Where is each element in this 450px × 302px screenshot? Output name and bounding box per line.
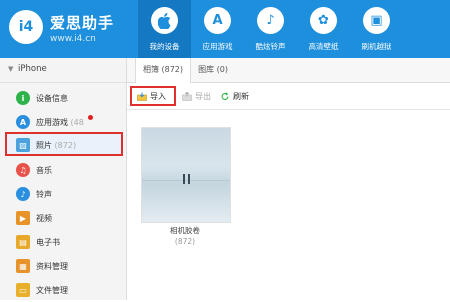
nav-apps-games[interactable]: A 应用游戏 [191, 0, 244, 58]
sidebar-item-label: 应用游戏 (48 [36, 117, 84, 128]
box-icon: ▣ [363, 7, 390, 34]
toolbar: 导入 导出 刷新 [127, 83, 450, 110]
sidebar-item-file-management[interactable]: ▭ 文件管理 [0, 278, 126, 302]
refresh-label: 刷新 [233, 91, 249, 101]
nav-my-device[interactable]: 我的设备 [138, 0, 191, 58]
tab-library[interactable]: 图库 (0) [193, 58, 233, 82]
album-thumbnail[interactable] [141, 127, 231, 223]
refresh-icon [221, 91, 229, 100]
music-icon: ♫ [16, 163, 30, 177]
horizon-line [142, 180, 230, 181]
folder-icon: ▭ [16, 283, 30, 297]
device-selector[interactable]: ▼ iPhone [0, 58, 126, 83]
nav-label: 高清壁纸 [308, 42, 339, 51]
person-figure [188, 174, 190, 184]
top-header: i4 爱思助手 www.i4.cn 我的设备 A 应用游戏 ♪ 酷炫铃声 ✿ 高… [0, 0, 450, 58]
device-name: iPhone [18, 64, 47, 74]
apple-icon [151, 7, 178, 34]
nav-label: 刷机越狱 [361, 42, 392, 51]
sidebar-item-photos[interactable]: ▨ 照片 (872) [5, 132, 123, 156]
sidebar-item-label: 照片 (872) [36, 140, 76, 151]
sidebar-item-video[interactable]: ▶ 视频 [0, 206, 126, 230]
sidebar-item-label: 铃声 [36, 190, 52, 199]
photo-icon: ▨ [16, 138, 30, 152]
export-button[interactable]: 导出 [182, 86, 211, 106]
sidebar-item-label: 视频 [36, 214, 52, 223]
sidebar-item-ringtones[interactable]: ♪ 铃声 [0, 182, 126, 206]
sidebar-item-count: (48 [70, 118, 84, 127]
sidebar-item-label: 文件管理 [36, 286, 68, 295]
caret-down-icon: ▼ [8, 65, 14, 73]
sidebar-item-label: 设备信息 [36, 94, 68, 103]
nav-label: 我的设备 [149, 42, 180, 51]
import-icon [137, 92, 147, 101]
export-label: 导出 [195, 91, 211, 101]
sidebar-item-label: 电子书 [36, 238, 60, 247]
top-nav: 我的设备 A 应用游戏 ♪ 酷炫铃声 ✿ 高清壁纸 ▣ 刷机越狱 [138, 0, 403, 58]
person-figure [183, 174, 185, 184]
flower-icon: ✿ [310, 7, 337, 34]
nav-flash-jailbreak[interactable]: ▣ 刷机越狱 [350, 0, 403, 58]
sidebar-item-label: 音乐 [36, 166, 52, 175]
app-store-icon: A [204, 7, 231, 34]
info-icon: i [16, 91, 30, 105]
video-icon: ▶ [16, 211, 30, 225]
data-icon: ▦ [16, 259, 30, 273]
sidebar-item-text: 应用游戏 [36, 118, 68, 127]
sidebar-item-music[interactable]: ♫ 音乐 [0, 158, 126, 182]
i4-logo-icon: i4 [9, 10, 43, 44]
nav-wallpapers[interactable]: ✿ 高清壁纸 [297, 0, 350, 58]
import-button[interactable]: 导入 [130, 86, 176, 106]
notification-dot [88, 115, 93, 120]
sidebar-item-label: 资料管理 [36, 262, 68, 271]
nav-ringtones[interactable]: ♪ 酷炫铃声 [244, 0, 297, 58]
nav-label: 应用游戏 [202, 42, 233, 51]
apps-icon: A [16, 115, 30, 129]
sidebar-item-device-info[interactable]: i 设备信息 [0, 86, 126, 110]
album-count: (872) [174, 237, 196, 246]
app-url: www.i4.cn [50, 34, 96, 44]
tab-albums[interactable]: 相簿 (872) [135, 58, 191, 83]
bell-icon: ♪ [257, 7, 284, 34]
import-label: 导入 [150, 91, 166, 101]
nav-label: 酷炫铃声 [255, 42, 286, 51]
bell-icon: ♪ [16, 187, 30, 201]
refresh-button[interactable]: 刷新 [220, 86, 249, 106]
sidebar-item-apps[interactable]: A 应用游戏 (48 [0, 110, 126, 134]
content-tabs: 相簿 (872) 图库 (0) [127, 58, 450, 83]
album-title[interactable]: 相机胶卷 [141, 225, 229, 236]
app-name: 爱思助手 [50, 14, 115, 32]
book-icon: ▤ [16, 235, 30, 249]
sidebar-item-count: (872) [54, 141, 77, 150]
sidebar-item-data-management[interactable]: ▦ 资料管理 [0, 254, 126, 278]
sidebar-item-ebooks[interactable]: ▤ 电子书 [0, 230, 126, 254]
export-icon [182, 91, 192, 101]
sidebar-item-text: 照片 [36, 141, 52, 150]
sidebar: ▼ iPhone i 设备信息 A 应用游戏 (48 ▨ 照片 (872) ♫ … [0, 58, 127, 300]
